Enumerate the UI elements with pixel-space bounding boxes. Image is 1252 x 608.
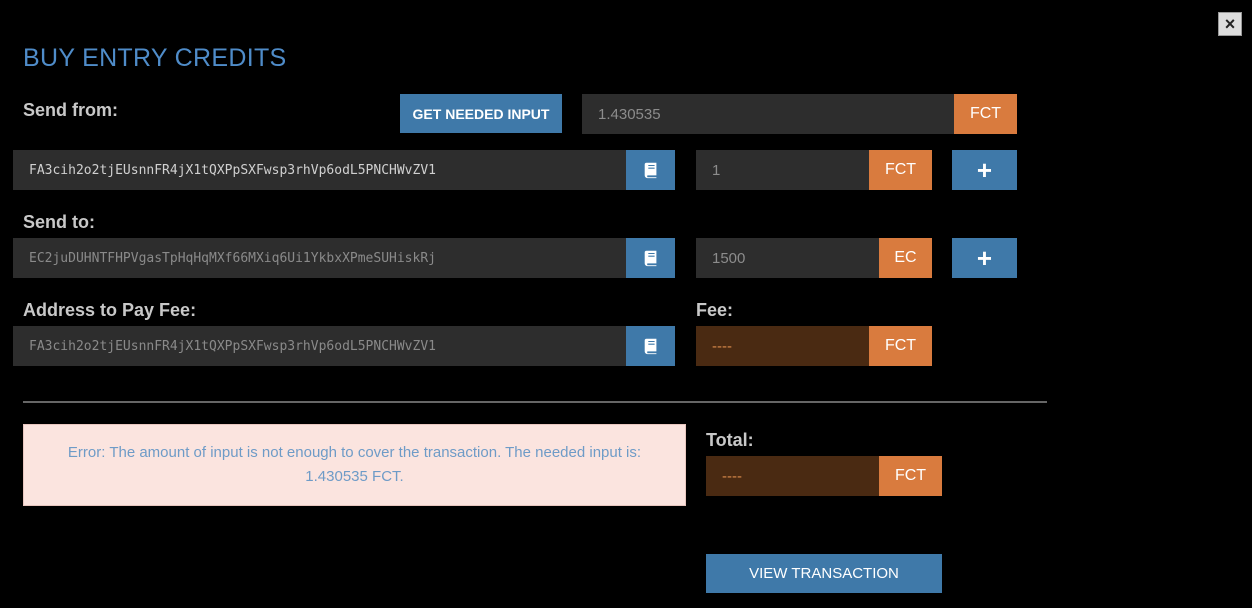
- fee-unit: FCT: [869, 326, 932, 366]
- send-from-amount-input[interactable]: 1: [696, 150, 869, 190]
- send-from-address-input[interactable]: FA3cih2o2tjEUsnnFR4jX1tQXPpSXFwsp3rhVp6o…: [13, 150, 626, 190]
- fee-address-book-button[interactable]: [626, 326, 675, 366]
- fee-address-label: Address to Pay Fee:: [23, 300, 197, 320]
- fee-label: Fee:: [696, 300, 734, 320]
- dialog-title: BUY ENTRY CREDITS: [23, 44, 287, 72]
- address-book-icon: [644, 250, 656, 267]
- send-to-address-input[interactable]: EC2juDUHNTFHPVgasTpHqHqMXf66MXiq6Ui1Ykbx…: [13, 238, 626, 278]
- needed-input-field[interactable]: 1.430535: [582, 94, 954, 134]
- fee-value-field: ----: [696, 326, 869, 366]
- view-transaction-button[interactable]: VIEW TRANSACTION: [706, 554, 942, 593]
- total-value-field: ----: [706, 456, 879, 496]
- send-to-address-book-button[interactable]: [626, 238, 675, 278]
- send-from-label: Send from:: [23, 100, 119, 120]
- needed-input-unit: FCT: [954, 94, 1017, 134]
- address-book-icon: [644, 162, 656, 179]
- error-message: Error: The amount of input is not enough…: [23, 424, 686, 506]
- section-divider: [23, 401, 1047, 403]
- total-unit: FCT: [879, 456, 942, 496]
- send-from-address-book-button[interactable]: [626, 150, 675, 190]
- close-icon[interactable]: ×: [1218, 12, 1242, 36]
- get-needed-input-button[interactable]: GET NEEDED INPUT: [400, 94, 562, 133]
- send-to-amount-input[interactable]: 1500: [696, 238, 879, 278]
- address-book-icon: [644, 338, 656, 355]
- add-input-button[interactable]: +: [952, 150, 1017, 190]
- fee-address-input[interactable]: FA3cih2o2tjEUsnnFR4jX1tQXPpSXFwsp3rhVp6o…: [13, 326, 626, 366]
- add-output-button[interactable]: +: [952, 238, 1017, 278]
- send-to-label: Send to:: [23, 212, 95, 232]
- send-to-unit: EC: [879, 238, 932, 278]
- send-from-unit: FCT: [869, 150, 932, 190]
- total-label: Total:: [706, 430, 754, 450]
